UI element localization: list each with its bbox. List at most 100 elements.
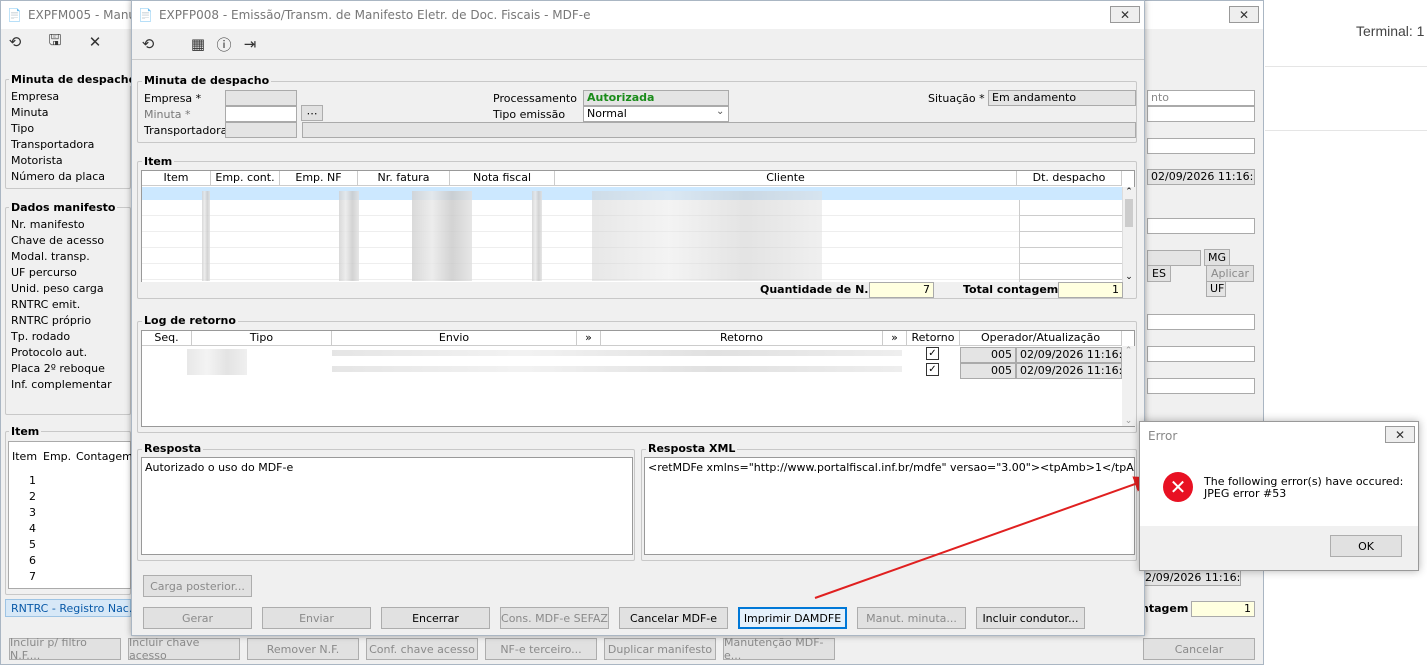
- bg-label: Unid. peso carga: [11, 282, 104, 295]
- duplicar-manifesto-button[interactable]: Duplicar manifesto: [604, 638, 716, 660]
- remover-nf-button[interactable]: Remover N.F.: [247, 638, 359, 660]
- chevron-down-icon: ⌄: [716, 106, 725, 117]
- item-group-label: Item: [142, 155, 175, 168]
- log-check-1[interactable]: ✓: [926, 347, 939, 360]
- bg-right-field-3[interactable]: [1147, 138, 1255, 154]
- bg-label: RNTRC próprio: [11, 314, 92, 327]
- resposta-text: Autorizado o uso do MDF-e: [145, 461, 294, 474]
- nfe-terceiro-button[interactable]: NF-e terceiro...: [485, 638, 597, 660]
- log-scrollbar[interactable]: ⌃ ⌄: [1122, 346, 1135, 426]
- log-retorno-expand[interactable]: »: [883, 331, 907, 346]
- help-icon[interactable]: ⓘ: [214, 34, 234, 54]
- resposta-label: Resposta: [142, 442, 204, 455]
- bg-label: Tipo: [11, 122, 35, 135]
- transportadora-name-field: [302, 122, 1136, 138]
- col-nr-fatura[interactable]: Nr. fatura: [358, 171, 450, 186]
- bg-item-row: 5: [29, 538, 36, 551]
- cancelar-mdfe-button[interactable]: Cancelar MDF-e: [619, 607, 728, 629]
- log-col-operador[interactable]: Operador/Atualização: [960, 331, 1122, 346]
- main-close-button[interactable]: ✕: [1110, 6, 1140, 23]
- bg-right-field[interactable]: nto: [1147, 90, 1255, 106]
- bg-right-select-2[interactable]: [1147, 346, 1255, 362]
- col-nota-fiscal[interactable]: Nota fiscal: [450, 171, 555, 186]
- terminal-label: Terminal: 1: [1356, 23, 1425, 39]
- item-scrollbar[interactable]: ⌃ ⌄: [1122, 187, 1135, 282]
- resposta-textarea[interactable]: Autorizado o uso do MDF-e: [141, 457, 633, 555]
- log-col-retorno-check[interactable]: Retorno: [907, 331, 960, 346]
- manutencao-mdfe-button[interactable]: Manutenção MDF-e...: [723, 636, 835, 662]
- encerrar-button[interactable]: Encerrar: [381, 607, 490, 629]
- minuta-lookup-button[interactable]: ⋯: [301, 105, 323, 121]
- bg-minuta-group-label: Minuta de despacho: [9, 73, 139, 86]
- gerar-button[interactable]: Gerar: [143, 607, 252, 629]
- bg-mg-button[interactable]: MG: [1204, 249, 1230, 266]
- error-ok-button[interactable]: OK: [1330, 535, 1402, 557]
- bg-item-row: 6: [29, 554, 36, 567]
- close-icon[interactable]: ✕: [85, 32, 105, 52]
- col-cliente[interactable]: Cliente: [555, 171, 1017, 186]
- incluir-chave-button[interactable]: Incluir chave acesso: [128, 636, 240, 662]
- exit-icon[interactable]: ⇥: [240, 34, 260, 54]
- bg-label: Minuta: [11, 106, 49, 119]
- resposta-xml-textarea[interactable]: <retMDFe xmlns="http://www.portalfiscal.…: [644, 457, 1135, 555]
- cons-mdfe-sefaz-button[interactable]: Cons. MDF-e SEFAZ: [500, 607, 609, 629]
- log-col-retorno[interactable]: Retorno: [601, 331, 883, 346]
- main-window: 📄 EXPFP008 - Emissão/Transm. de Manifesto…: [131, 0, 1145, 636]
- bg-label: Nr. manifesto: [11, 218, 85, 231]
- log-col-tipo[interactable]: Tipo: [192, 331, 332, 346]
- enviar-button[interactable]: Enviar: [262, 607, 371, 629]
- log-col-envio[interactable]: Envio: [332, 331, 577, 346]
- qtd-nf-label: Quantidade de N.F.: [760, 283, 879, 296]
- minuta-group-label: Minuta de despacho: [142, 74, 272, 87]
- log-col-seq[interactable]: Seq.: [142, 331, 192, 346]
- col-dt-despacho[interactable]: Dt. despacho: [1017, 171, 1122, 186]
- minuta-field[interactable]: [225, 106, 297, 122]
- bg-label: Tp. rodado: [11, 330, 71, 343]
- error-icon: ✕: [1163, 472, 1193, 502]
- imprimir-damdfe-button[interactable]: Imprimir DAMDFE: [738, 607, 847, 629]
- col-emp-cont[interactable]: Emp. cont.: [211, 171, 280, 186]
- resposta-xml-text: <retMDFe xmlns="http://www.portalfiscal.…: [648, 461, 1134, 474]
- resposta-xml-label: Resposta XML: [646, 442, 738, 455]
- situacao-label: Situação *: [928, 92, 985, 105]
- bg-right-field-5[interactable]: [1147, 314, 1255, 330]
- bg-label: Número da placa: [11, 170, 105, 183]
- error-close-button[interactable]: ✕: [1385, 426, 1415, 443]
- bg-right-field-2[interactable]: [1147, 106, 1255, 122]
- bg-label: Empresa: [11, 90, 60, 103]
- incluir-condutor-button[interactable]: Incluir condutor...: [976, 607, 1085, 629]
- bg-item-row: 4: [29, 522, 36, 535]
- incluir-filtro-button[interactable]: Incluir p/ filtro N.F....: [9, 636, 121, 662]
- bg-contagem-label: ntagem: [1141, 602, 1189, 615]
- carga-posterior-button[interactable]: Carga posterior...: [143, 575, 252, 597]
- refresh-icon[interactable]: ⟲: [138, 34, 158, 54]
- calendar-icon[interactable]: ▦: [188, 34, 208, 54]
- bg-es-button[interactable]: ES: [1147, 265, 1171, 282]
- col-item[interactable]: Item: [142, 171, 211, 186]
- log-operador-1: 005: [960, 347, 1016, 363]
- bg-right-select[interactable]: [1147, 218, 1255, 234]
- bg-uf-field: UF: [1206, 281, 1226, 297]
- bg-contagem-field: 1: [1191, 601, 1255, 617]
- bg-label: Inf. complementar: [11, 378, 112, 391]
- bg-cancelar-button[interactable]: Cancelar: [1143, 638, 1255, 660]
- bg-aplicar-button[interactable]: Aplicar: [1206, 265, 1254, 282]
- log-operador-2: 005: [960, 363, 1016, 379]
- bg-close-button[interactable]: ✕: [1229, 6, 1259, 23]
- log-check-2[interactable]: ✓: [926, 363, 939, 376]
- log-envio-expand[interactable]: »: [577, 331, 601, 346]
- manut-minuta-button[interactable]: Manut. minuta...: [857, 607, 966, 629]
- error-title: Error: [1148, 429, 1178, 443]
- bg-label: RNTRC emit.: [11, 298, 81, 311]
- save-icon[interactable]: 🖫: [45, 31, 65, 52]
- empresa-field: [225, 90, 297, 106]
- conf-chave-button[interactable]: Conf. chave acesso: [366, 638, 478, 660]
- refresh-icon[interactable]: ⟲: [5, 32, 25, 52]
- bg-right-select-3[interactable]: [1147, 378, 1255, 394]
- qtd-nf-field: 7: [869, 282, 934, 298]
- processamento-field: Autorizada: [583, 90, 729, 106]
- col-emp-nf[interactable]: Emp. NF: [280, 171, 358, 186]
- bg-item-row: 7: [29, 570, 36, 583]
- tipo-emissao-select[interactable]: Normal: [583, 106, 729, 122]
- log-date-1: 02/09/2026 11:16:55: [1016, 347, 1122, 363]
